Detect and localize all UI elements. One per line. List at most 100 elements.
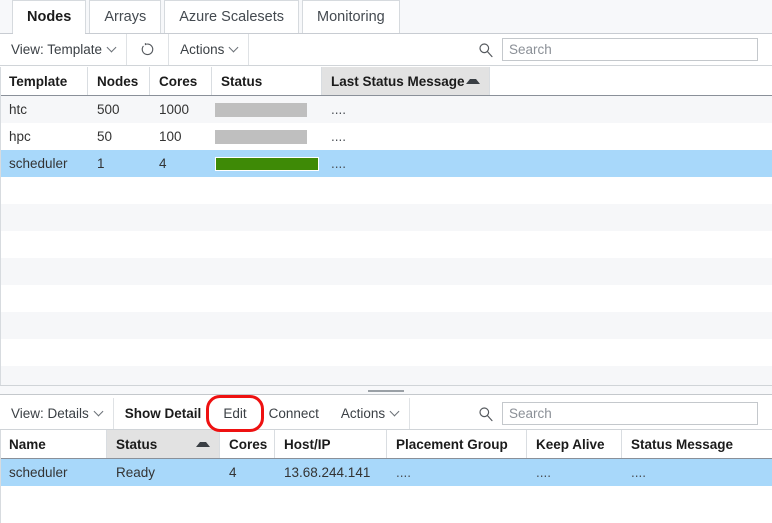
view-details-label: View: Details bbox=[11, 406, 89, 421]
cell-cores: 1000 bbox=[159, 102, 190, 117]
tab-nodes[interactable]: Nodes bbox=[12, 0, 87, 34]
sort-ascending-icon bbox=[466, 78, 480, 84]
empty-table-row bbox=[0, 312, 772, 339]
cell-last-status-message: .... bbox=[331, 156, 347, 171]
column-header-label: Status bbox=[116, 436, 158, 452]
refresh-icon bbox=[141, 42, 154, 56]
bottom-search-area bbox=[465, 398, 772, 429]
bottom-toolbar-spacer bbox=[410, 398, 465, 429]
cell-name: scheduler bbox=[9, 465, 68, 480]
cell-template: htc bbox=[9, 102, 28, 117]
edit-label: Edit bbox=[223, 406, 247, 421]
nodes-detail-grid-header: Name Status Cores Host/IP Placement Group Kee… bbox=[0, 430, 772, 459]
templates-grid: Template Nodes Cores Status Last Status Mess… bbox=[0, 67, 772, 385]
column-header-keep-alive[interactable]: Keep Alive bbox=[527, 430, 622, 458]
status-progress-bar bbox=[215, 102, 307, 117]
connect-button[interactable]: Connect bbox=[258, 398, 330, 429]
grid-left-edge bbox=[0, 430, 1, 523]
column-header-host-ip[interactable]: Host/IP bbox=[275, 430, 387, 458]
tab-monitoring-label: Monitoring bbox=[317, 9, 385, 25]
view-details-dropdown[interactable]: View: Details bbox=[0, 398, 114, 429]
column-header-label: Cores bbox=[229, 436, 268, 452]
search-icon bbox=[479, 42, 493, 57]
bottom-search-input[interactable] bbox=[502, 402, 758, 425]
column-header-blank[interactable] bbox=[490, 67, 772, 95]
top-actions-dropdown[interactable]: Actions bbox=[169, 34, 250, 65]
cell-template: hpc bbox=[9, 129, 31, 144]
column-header-status[interactable]: Status bbox=[107, 430, 220, 458]
search-icon bbox=[479, 406, 493, 421]
cell-cores: 4 bbox=[159, 156, 167, 171]
bottom-actions-dropdown[interactable]: Actions bbox=[330, 398, 411, 429]
column-header-name[interactable]: Name bbox=[0, 430, 107, 458]
grid-left-edge bbox=[0, 67, 1, 385]
status-progress-bar bbox=[215, 129, 307, 144]
nodes-detail-grid: Name Status Cores Host/IP Placement Group Kee… bbox=[0, 430, 772, 523]
nodes-detail-grid-body: scheduler Ready 4 13.68.244.141............ bbox=[0, 459, 772, 486]
column-header-cores[interactable]: Cores bbox=[220, 430, 275, 458]
bottom-actions-label: Actions bbox=[340, 406, 386, 421]
column-header-label: Cores bbox=[159, 73, 198, 89]
connect-label: Connect bbox=[268, 406, 319, 421]
cell-cores: 4 bbox=[229, 465, 237, 480]
top-search-input[interactable] bbox=[502, 38, 758, 61]
column-header-label: Status bbox=[221, 73, 263, 89]
cell-status-message: .... bbox=[631, 465, 647, 480]
table-row[interactable]: scheduler 1 4.... bbox=[0, 150, 772, 177]
column-header-label: Name bbox=[9, 436, 46, 452]
tab-azure-scalesets[interactable]: Azure Scalesets bbox=[164, 0, 300, 33]
tab-monitoring[interactable]: Monitoring bbox=[302, 0, 400, 33]
column-header-label: Status Message bbox=[631, 436, 734, 452]
cell-status bbox=[212, 129, 322, 144]
show-detail-label: Show Detail bbox=[124, 406, 202, 421]
column-header-last-status-message[interactable]: Last Status Message bbox=[322, 67, 490, 95]
pane-splitter[interactable] bbox=[0, 385, 772, 395]
empty-table-row bbox=[0, 231, 772, 258]
top-search-area bbox=[465, 34, 772, 65]
top-toolbar-spacer bbox=[249, 34, 465, 65]
refresh-button[interactable] bbox=[127, 34, 170, 65]
main-tab-bar: Nodes Arrays Azure Scalesets Monitoring bbox=[0, 0, 772, 34]
cell-keep-alive: .... bbox=[536, 465, 552, 480]
empty-table-row bbox=[0, 285, 772, 312]
top-toolbar: View: Template Actions bbox=[0, 34, 772, 66]
splitter-grip[interactable] bbox=[368, 390, 404, 392]
chevron-down-icon bbox=[230, 44, 237, 51]
column-header-label: Host/IP bbox=[284, 436, 331, 452]
view-template-dropdown[interactable]: View: Template bbox=[0, 34, 128, 65]
cell-nodes: 50 bbox=[97, 129, 113, 144]
sort-ascending-icon bbox=[196, 441, 210, 447]
cell-placement-group: .... bbox=[396, 465, 412, 480]
column-header-label: Placement Group bbox=[396, 436, 508, 452]
top-actions-label: Actions bbox=[180, 42, 225, 57]
tab-arrays-label: Arrays bbox=[104, 9, 147, 25]
tab-arrays[interactable]: Arrays bbox=[89, 0, 162, 33]
cell-status bbox=[212, 102, 322, 117]
tab-nodes-label: Nodes bbox=[27, 9, 72, 25]
empty-table-row bbox=[0, 204, 772, 231]
table-row[interactable]: hpc 50 100.... bbox=[0, 123, 772, 150]
column-header-nodes[interactable]: Nodes bbox=[88, 67, 150, 95]
column-header-status-message[interactable]: Status Message bbox=[622, 430, 772, 458]
column-header-label: Last Status Message bbox=[331, 73, 465, 89]
chevron-down-icon bbox=[108, 44, 115, 51]
table-row[interactable]: scheduler Ready 4 13.68.244.141............ bbox=[0, 459, 772, 486]
column-header-status[interactable]: Status bbox=[212, 67, 322, 95]
nodes-page: Nodes Arrays Azure Scalesets Monitoring … bbox=[0, 0, 772, 523]
column-header-cores[interactable]: Cores bbox=[150, 67, 212, 95]
chevron-down-icon bbox=[391, 408, 398, 415]
edit-button[interactable]: Edit bbox=[212, 398, 257, 429]
empty-table-row bbox=[0, 366, 772, 385]
empty-table-row bbox=[0, 339, 772, 366]
column-header-template[interactable]: Template bbox=[0, 67, 88, 95]
table-row[interactable]: htc 500 1000.... bbox=[0, 96, 772, 123]
templates-grid-body: htc 500 1000.... hpc 50 100.... scheduler 1 4...… bbox=[0, 96, 772, 385]
bottom-toolbar: View: Details Show Detail Edit Connect A… bbox=[0, 398, 772, 430]
column-header-label: Nodes bbox=[97, 73, 139, 89]
cell-host-ip: 13.68.244.141 bbox=[284, 465, 371, 480]
column-header-placement-group[interactable]: Placement Group bbox=[387, 430, 527, 458]
show-detail-button[interactable]: Show Detail bbox=[114, 398, 213, 429]
status-progress-bar bbox=[215, 156, 319, 171]
cell-nodes: 1 bbox=[97, 156, 105, 171]
empty-table-row bbox=[0, 177, 772, 204]
